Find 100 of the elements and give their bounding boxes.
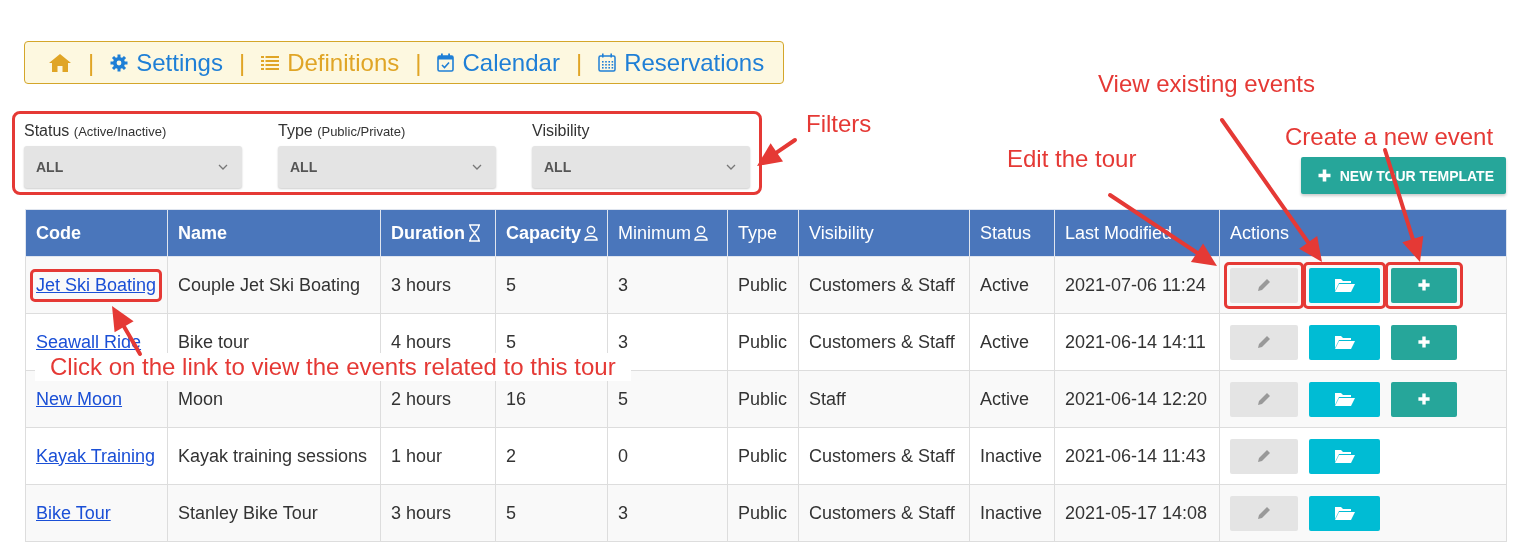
column-header: Name [167,209,381,257]
pencil-icon [1256,391,1272,407]
edit-button[interactable] [1230,267,1298,303]
table-cell: Kayak training sessions [167,427,381,485]
home-link[interactable] [48,52,72,73]
table-cell: Customers & Staff [798,427,970,485]
edit-button[interactable] [1230,495,1298,531]
add-event-button[interactable] [1391,324,1457,360]
open-events-button[interactable] [1309,438,1380,474]
chevron-down-icon [472,164,482,170]
separator: | [238,48,246,77]
nav-link[interactable]: Calendar [437,48,560,77]
column-header: Duration [380,209,496,257]
gear-icon [110,53,129,72]
column-header: Minimum [607,209,728,257]
table-cell: Active [969,370,1055,428]
edit-button[interactable] [1230,438,1298,474]
plus-icon [1417,335,1431,349]
pencil-icon [1256,505,1272,521]
open-events-button[interactable] [1309,324,1380,360]
table-cell: 3 hours [380,256,496,314]
table-cell: Inactive [969,484,1055,542]
filter-select[interactable]: ALL [24,146,242,188]
column-header: Capacity [495,209,608,257]
table-cell: Public [727,313,799,371]
edit-button[interactable] [1230,324,1298,360]
table-cell: 3 [607,256,728,314]
table-cell: 5 [495,484,608,542]
home-icon [48,52,72,73]
plus-icon [1417,392,1431,406]
table-cell: Public [727,370,799,428]
pencil-icon [1256,448,1272,464]
table-cell: Active [969,313,1055,371]
list-icon [261,55,280,70]
column-header: Type [727,209,799,257]
filter-label: Type (Public/Private) [278,122,407,140]
filter-label: Visibility [532,122,591,140]
tour-link[interactable]: New Moon [36,388,123,409]
table-cell: 2 [495,427,608,485]
annotation-label: Create a new event [1285,123,1494,151]
user-icon [584,225,599,241]
table-cell: 2021-06-14 12:20 [1054,370,1220,428]
separator: | [415,48,422,77]
edit-button[interactable] [1230,381,1298,417]
hourglass-icon [468,224,481,242]
table-cell: 5 [495,256,608,314]
filter-label: Status (Active/Inactive) [24,122,168,140]
plus-icon [1316,168,1332,183]
table-cell: 2021-06-14 14:11 [1054,313,1220,371]
folder-icon [1333,277,1356,293]
column-header: Visibility [798,209,970,257]
annotation-label: Filters [806,110,872,138]
calendar-icon [598,53,617,72]
table-cell: Staff [798,370,970,428]
tour-link[interactable]: Bike Tour [36,502,111,523]
add-event-button[interactable] [1391,267,1457,303]
table-cell: Public [727,484,799,542]
table-cell: Customers & Staff [798,313,970,371]
chevron-down-icon [726,164,736,170]
column-header: Status [969,209,1055,257]
table-cell: Stanley Bike Tour [167,484,381,542]
table-cell: Public [727,427,799,485]
pencil-icon [1256,334,1272,350]
tour-link[interactable]: Kayak Training [36,445,156,466]
open-events-button[interactable] [1309,267,1380,303]
add-event-button[interactable] [1391,381,1457,417]
open-events-button[interactable] [1309,495,1380,531]
nav-link[interactable]: Reservations [598,48,765,77]
annotation-label: View existing events [1098,70,1315,98]
table-cell: Couple Jet Ski Boating [167,256,381,314]
column-header: Actions [1219,209,1507,257]
plus-icon [1417,278,1431,292]
tour-link[interactable]: Jet Ski Boating [36,274,157,295]
table-cell: 3 hours [380,484,496,542]
filter-select[interactable]: ALL [278,146,496,188]
table-cell: 1 hour [380,427,496,485]
chevron-down-icon [218,164,228,170]
table-cell: 2021-05-17 14:08 [1054,484,1220,542]
filter-select[interactable]: ALL [532,146,750,188]
folder-icon [1333,505,1356,521]
table-cell: 2021-06-14 11:43 [1054,427,1220,485]
table-cell: Public [727,256,799,314]
folder-icon [1333,448,1356,464]
folder-icon [1333,391,1356,407]
nav-link[interactable]: Settings [110,48,223,77]
table-cell: Inactive [969,427,1055,485]
separator: | [88,48,95,77]
table-cell: 0 [607,427,728,485]
annotation-label: Edit the tour [1007,145,1137,173]
user-icon [694,225,708,241]
table-cell: 2021-07-06 11:24 [1054,256,1220,314]
pencil-icon [1256,277,1272,293]
calendar-check-icon [437,53,455,72]
table-cell: Customers & Staff [798,256,970,314]
table-cell: Active [969,256,1055,314]
table-cell: Customers & Staff [798,484,970,542]
separator: | [575,48,583,77]
folder-icon [1333,334,1356,350]
open-events-button[interactable] [1309,381,1380,417]
table-cell: 3 [607,484,728,542]
